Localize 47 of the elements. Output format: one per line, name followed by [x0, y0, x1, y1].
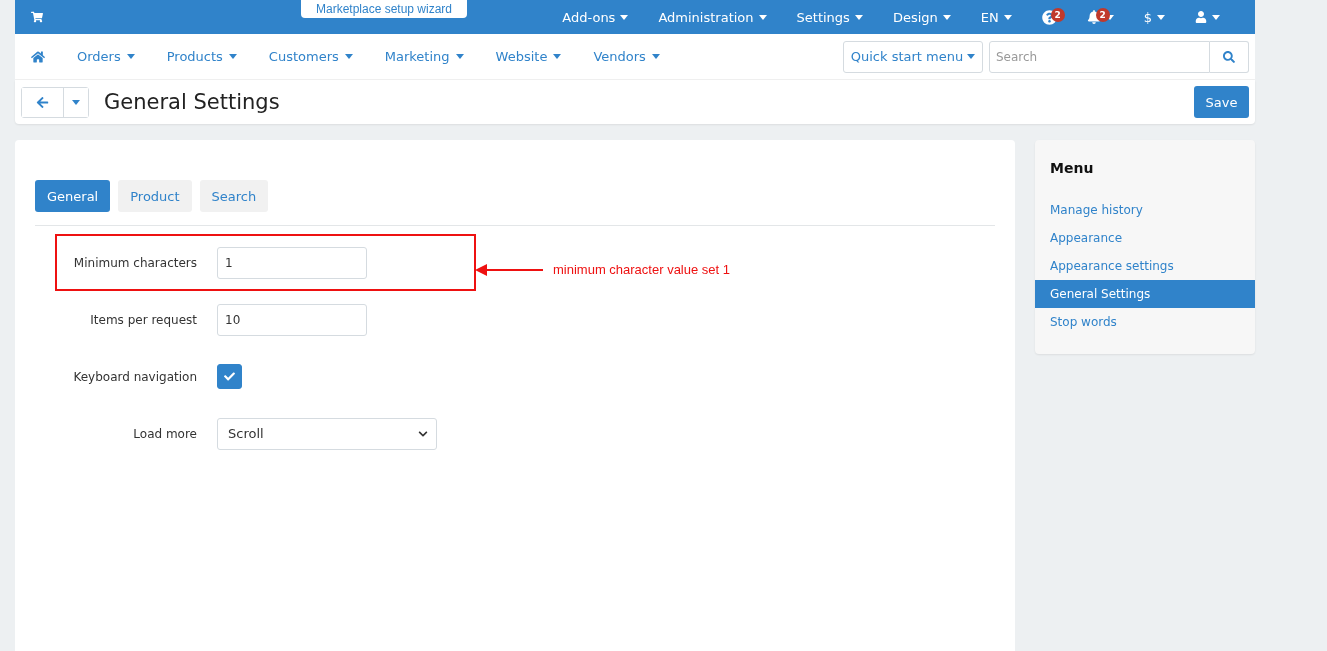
nav-menu-item[interactable]: Vendors [593, 49, 660, 64]
nav-menu-item[interactable]: Products [166, 49, 237, 64]
field-label: Keyboard navigation [72, 369, 197, 384]
chevron-down-icon [418, 428, 428, 439]
nav-menu-item[interactable]: Website [495, 49, 562, 64]
search-button[interactable] [1210, 40, 1249, 73]
save-button[interactable]: Save [1194, 86, 1249, 118]
search-field[interactable]: Search [989, 40, 1210, 73]
notification-badge: 2 [1050, 7, 1065, 22]
top-menu-item[interactable]: Settings [781, 9, 878, 25]
select-field[interactable]: Scroll [217, 417, 437, 450]
annotation-text: minimum character value set 1 [553, 262, 730, 277]
field-label: Minimum characters [72, 255, 197, 270]
user-icon [1195, 11, 1207, 23]
check-icon [224, 371, 235, 382]
sidebar-item[interactable]: General Settings [1035, 280, 1255, 308]
input-field[interactable]: 10 [217, 303, 367, 336]
help-menu[interactable]: 2 [1026, 9, 1072, 25]
top-menu-item[interactable]: $ [1128, 9, 1180, 25]
search-icon [1223, 50, 1235, 63]
nav-menu-item[interactable]: Orders [77, 49, 135, 64]
top-menu-item[interactable]: Add-ons [547, 9, 644, 25]
page-title: General Settings [104, 90, 280, 114]
bell-menu[interactable]: 2 [1071, 10, 1129, 24]
quick-start-menu-button[interactable]: Quick start menu [843, 40, 983, 73]
input-field[interactable]: 1 [217, 246, 367, 279]
field-label: Load more [132, 426, 197, 441]
nav-menu-item[interactable]: Customers [268, 49, 353, 64]
dropdown-button[interactable] [63, 87, 88, 117]
sidebar-item[interactable]: Manage history [1035, 196, 1255, 224]
sidebar-item[interactable]: Appearance [1035, 224, 1255, 252]
tab[interactable]: General [35, 180, 111, 212]
tab[interactable]: Product [118, 180, 192, 212]
top-menu-item[interactable]: Design [877, 9, 966, 25]
nav-menu-item[interactable]: Marketing [384, 49, 464, 64]
top-menu-item[interactable]: Administration [643, 9, 782, 25]
setup-wizard-button[interactable]: Marketplace setup wizard [301, 0, 467, 18]
checkbox[interactable] [217, 364, 242, 389]
sidebar-item[interactable]: Appearance settings [1035, 252, 1255, 280]
cart-icon[interactable] [31, 11, 43, 23]
home-icon[interactable] [31, 49, 45, 64]
sidebar-title: Menu [1050, 160, 1095, 176]
tab[interactable]: Search [199, 180, 269, 212]
top-menu-item[interactable]: EN [965, 9, 1027, 25]
field-label: Items per request [89, 312, 197, 327]
sidebar-item[interactable]: Stop words [1035, 308, 1255, 336]
back-arrow-icon [36, 95, 49, 109]
